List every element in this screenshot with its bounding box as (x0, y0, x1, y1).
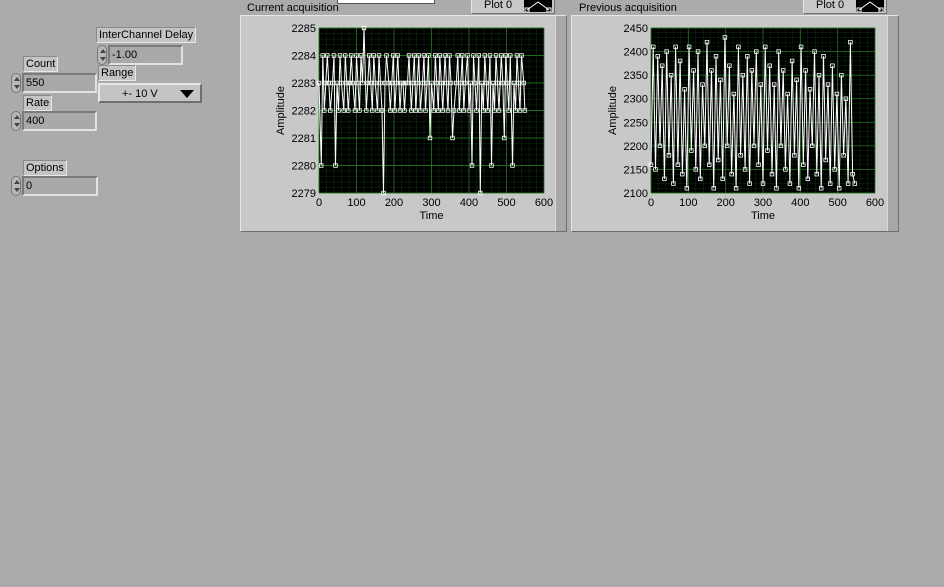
range-label: Range (98, 65, 137, 81)
rate-spin-arrows-icon[interactable] (11, 111, 21, 131)
plot-line-icon (856, 0, 884, 12)
count-label: Count (23, 56, 59, 72)
y-tick-label: 2300 (624, 94, 648, 106)
current-plot-legend[interactable]: Plot 0 (471, 0, 555, 14)
top-indicator (337, 0, 435, 4)
y-axis-label: Amplitude (275, 86, 287, 135)
dropdown-arrow-icon[interactable] (180, 90, 194, 98)
x-tick-label: 0 (648, 197, 654, 209)
y-tick-label: 2285 (292, 23, 316, 35)
x-tick-label: 500 (828, 197, 846, 209)
options-input[interactable]: 0 (22, 176, 98, 196)
count-spin-arrows-icon[interactable] (11, 73, 21, 93)
y-tick-label: 2350 (624, 70, 648, 82)
options-spin-arrows-icon[interactable] (11, 176, 21, 196)
interchannel-delay-spin-arrows-icon[interactable] (97, 45, 107, 65)
options-label: Options (23, 160, 67, 176)
previous-acquisition-graph: 0 100 200 300 400 500 600 2100 2150 2200 2250 2300 2… (571, 15, 899, 232)
y-tick-label: 2250 (624, 117, 648, 129)
y-axis-label: Amplitude (607, 86, 619, 135)
y-tick-label: 2200 (624, 141, 648, 153)
interchannel-delay-label: InterChannel Delay (96, 27, 197, 43)
y-tick-label: 2284 (292, 51, 316, 63)
y-tick-label: 2450 (624, 23, 648, 35)
y-tick-label: 2279 (292, 188, 316, 200)
x-axis-label: Time (751, 210, 775, 222)
y-tick-label: 2150 (624, 164, 648, 176)
previous-acquisition-title: Previous acquisition (579, 2, 677, 14)
current-plot-legend-name: Plot 0 (484, 0, 513, 11)
previous-plot-legend[interactable]: Plot 0 (803, 0, 887, 14)
range-select[interactable]: +- 10 V (98, 83, 202, 103)
x-tick-label: 200 (385, 197, 403, 209)
y-tick-label: 2280 (292, 161, 316, 173)
count-input[interactable]: 550 (22, 73, 97, 93)
x-tick-label: 400 (791, 197, 809, 209)
y-tick-label: 2100 (624, 188, 648, 200)
x-tick-label: 300 (754, 197, 772, 209)
x-tick-label: 300 (422, 197, 440, 209)
range-value: +- 10 V (122, 88, 158, 100)
rate-label: Rate (23, 95, 53, 111)
y-tick-label: 2281 (292, 133, 316, 145)
x-tick-label: 200 (716, 197, 734, 209)
x-tick-label: 400 (460, 197, 478, 209)
x-tick-label: 100 (679, 197, 697, 209)
x-tick-label: 100 (347, 197, 365, 209)
x-tick-label: 600 (866, 197, 884, 209)
x-tick-label: 600 (535, 197, 553, 209)
interchannel-delay-input[interactable]: -1.00 (108, 45, 183, 65)
y-tick-label: 2283 (292, 78, 316, 90)
x-tick-label: 500 (497, 197, 515, 209)
y-tick-label: 2400 (624, 47, 648, 59)
previous-plot-legend-name: Plot 0 (816, 0, 845, 11)
previous-acquisition-plot: 0 100 200 300 400 500 600 2100 2150 2200 2250 2300 2… (607, 23, 884, 222)
plot-line-icon (524, 0, 552, 12)
x-tick-label: 0 (316, 197, 322, 209)
current-acquisition-plot: 0 100 200 300 400 500 600 2279 2280 2281 2282 2283 2… (275, 23, 553, 222)
rate-input[interactable]: 400 (22, 111, 97, 131)
x-axis-label: Time (419, 210, 443, 222)
current-acquisition-graph: 0 100 200 300 400 500 600 2279 2280 2281 2282 2283 2… (240, 15, 567, 232)
y-tick-label: 2282 (292, 106, 316, 118)
current-acquisition-title: Current acquisition (247, 2, 339, 14)
